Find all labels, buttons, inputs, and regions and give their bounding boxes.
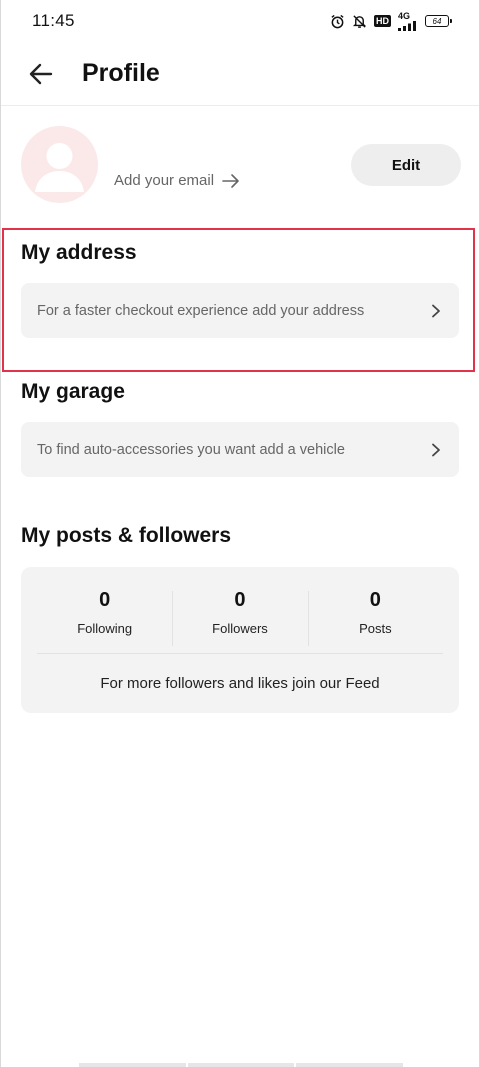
garage-section: My garage To find auto-accessories you w… [1, 360, 479, 477]
edit-button[interactable]: Edit [351, 144, 461, 186]
network-type: 4G [398, 10, 411, 21]
add-address-text: For a faster checkout experience add you… [37, 302, 365, 319]
stat-label: Posts [359, 620, 392, 636]
back-button[interactable] [27, 60, 55, 88]
gesture-bar-segment [187, 1063, 295, 1067]
stat-posts[interactable]: 0 Posts [307, 567, 443, 653]
stats-row: 0 Following 0 Followers 0 Posts [37, 567, 443, 654]
status-time: 11:45 [32, 11, 75, 30]
status-icons: HD 4G 64 [330, 10, 452, 31]
battery-icon: 64 [425, 15, 452, 27]
chevron-right-icon [431, 304, 441, 318]
page-title: Profile [82, 59, 160, 87]
status-bar: 11:45 HD 4G 64 [1, 0, 479, 42]
gesture-bar [79, 1063, 404, 1067]
profile-row: Add your email Edit [1, 106, 479, 224]
gesture-bar-segment [79, 1063, 186, 1067]
garage-title: My garage [21, 380, 125, 403]
mute-icon [352, 14, 367, 29]
stat-label: Followers [212, 620, 268, 636]
stat-value: 0 [99, 588, 111, 611]
avatar[interactable] [21, 126, 98, 203]
stat-following[interactable]: 0 Following [37, 567, 172, 653]
user-silhouette-icon [35, 143, 84, 192]
stats-card: 0 Following 0 Followers 0 Posts For more… [21, 567, 459, 713]
posts-title: My posts & followers [21, 524, 232, 547]
stat-label: Following [77, 620, 133, 636]
arrow-right-icon [222, 173, 240, 189]
gesture-bar-segment [296, 1063, 404, 1067]
stat-followers[interactable]: 0 Followers [172, 567, 307, 653]
phone-screen: 11:45 HD 4G 64 Profile Add your email Ed… [0, 0, 480, 1067]
posts-section: My posts & followers 0 Following 0 Follo… [1, 477, 479, 713]
signal-icon: 4G [398, 10, 418, 31]
add-vehicle-text: To find auto-accessories you want add a … [37, 441, 345, 458]
address-section: My address For a faster checkout experie… [1, 224, 479, 360]
add-vehicle-row[interactable]: To find auto-accessories you want add a … [21, 422, 459, 477]
battery-level: 64 [432, 16, 442, 26]
address-title: My address [21, 241, 137, 264]
feed-note[interactable]: For more followers and likes join our Fe… [37, 654, 443, 712]
add-email-link[interactable]: Add your email [114, 172, 240, 189]
chevron-right-icon [431, 443, 441, 457]
add-email-label: Add your email [114, 172, 215, 189]
stat-value: 0 [234, 588, 246, 611]
app-header: Profile [1, 42, 479, 106]
arrow-left-icon [29, 63, 53, 84]
alarm-icon [330, 14, 345, 29]
hd-icon: HD [374, 15, 391, 27]
add-address-row[interactable]: For a faster checkout experience add you… [21, 283, 459, 338]
stat-value: 0 [369, 588, 381, 611]
